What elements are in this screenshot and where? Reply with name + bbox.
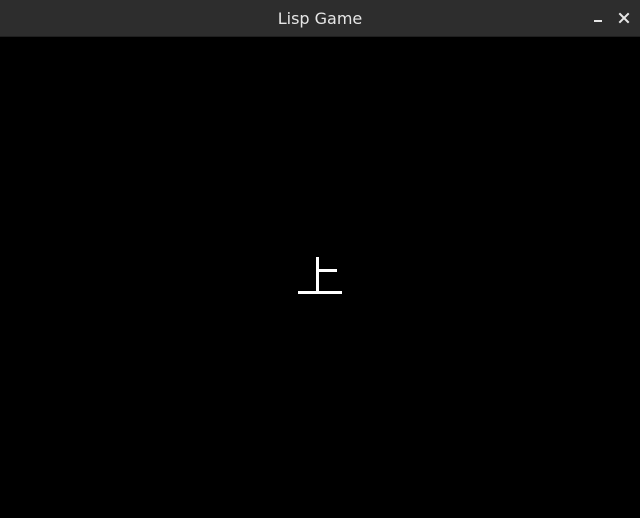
game-canvas[interactable] xyxy=(0,37,640,518)
close-button[interactable] xyxy=(616,10,632,26)
minimize-button[interactable] xyxy=(590,10,606,26)
app-window: Lisp Game xyxy=(0,0,640,518)
window-title: Lisp Game xyxy=(277,9,363,28)
up-character-sprite xyxy=(298,257,342,294)
close-icon xyxy=(618,12,630,24)
minimize-icon xyxy=(594,20,602,22)
title-bar[interactable]: Lisp Game xyxy=(0,0,640,37)
